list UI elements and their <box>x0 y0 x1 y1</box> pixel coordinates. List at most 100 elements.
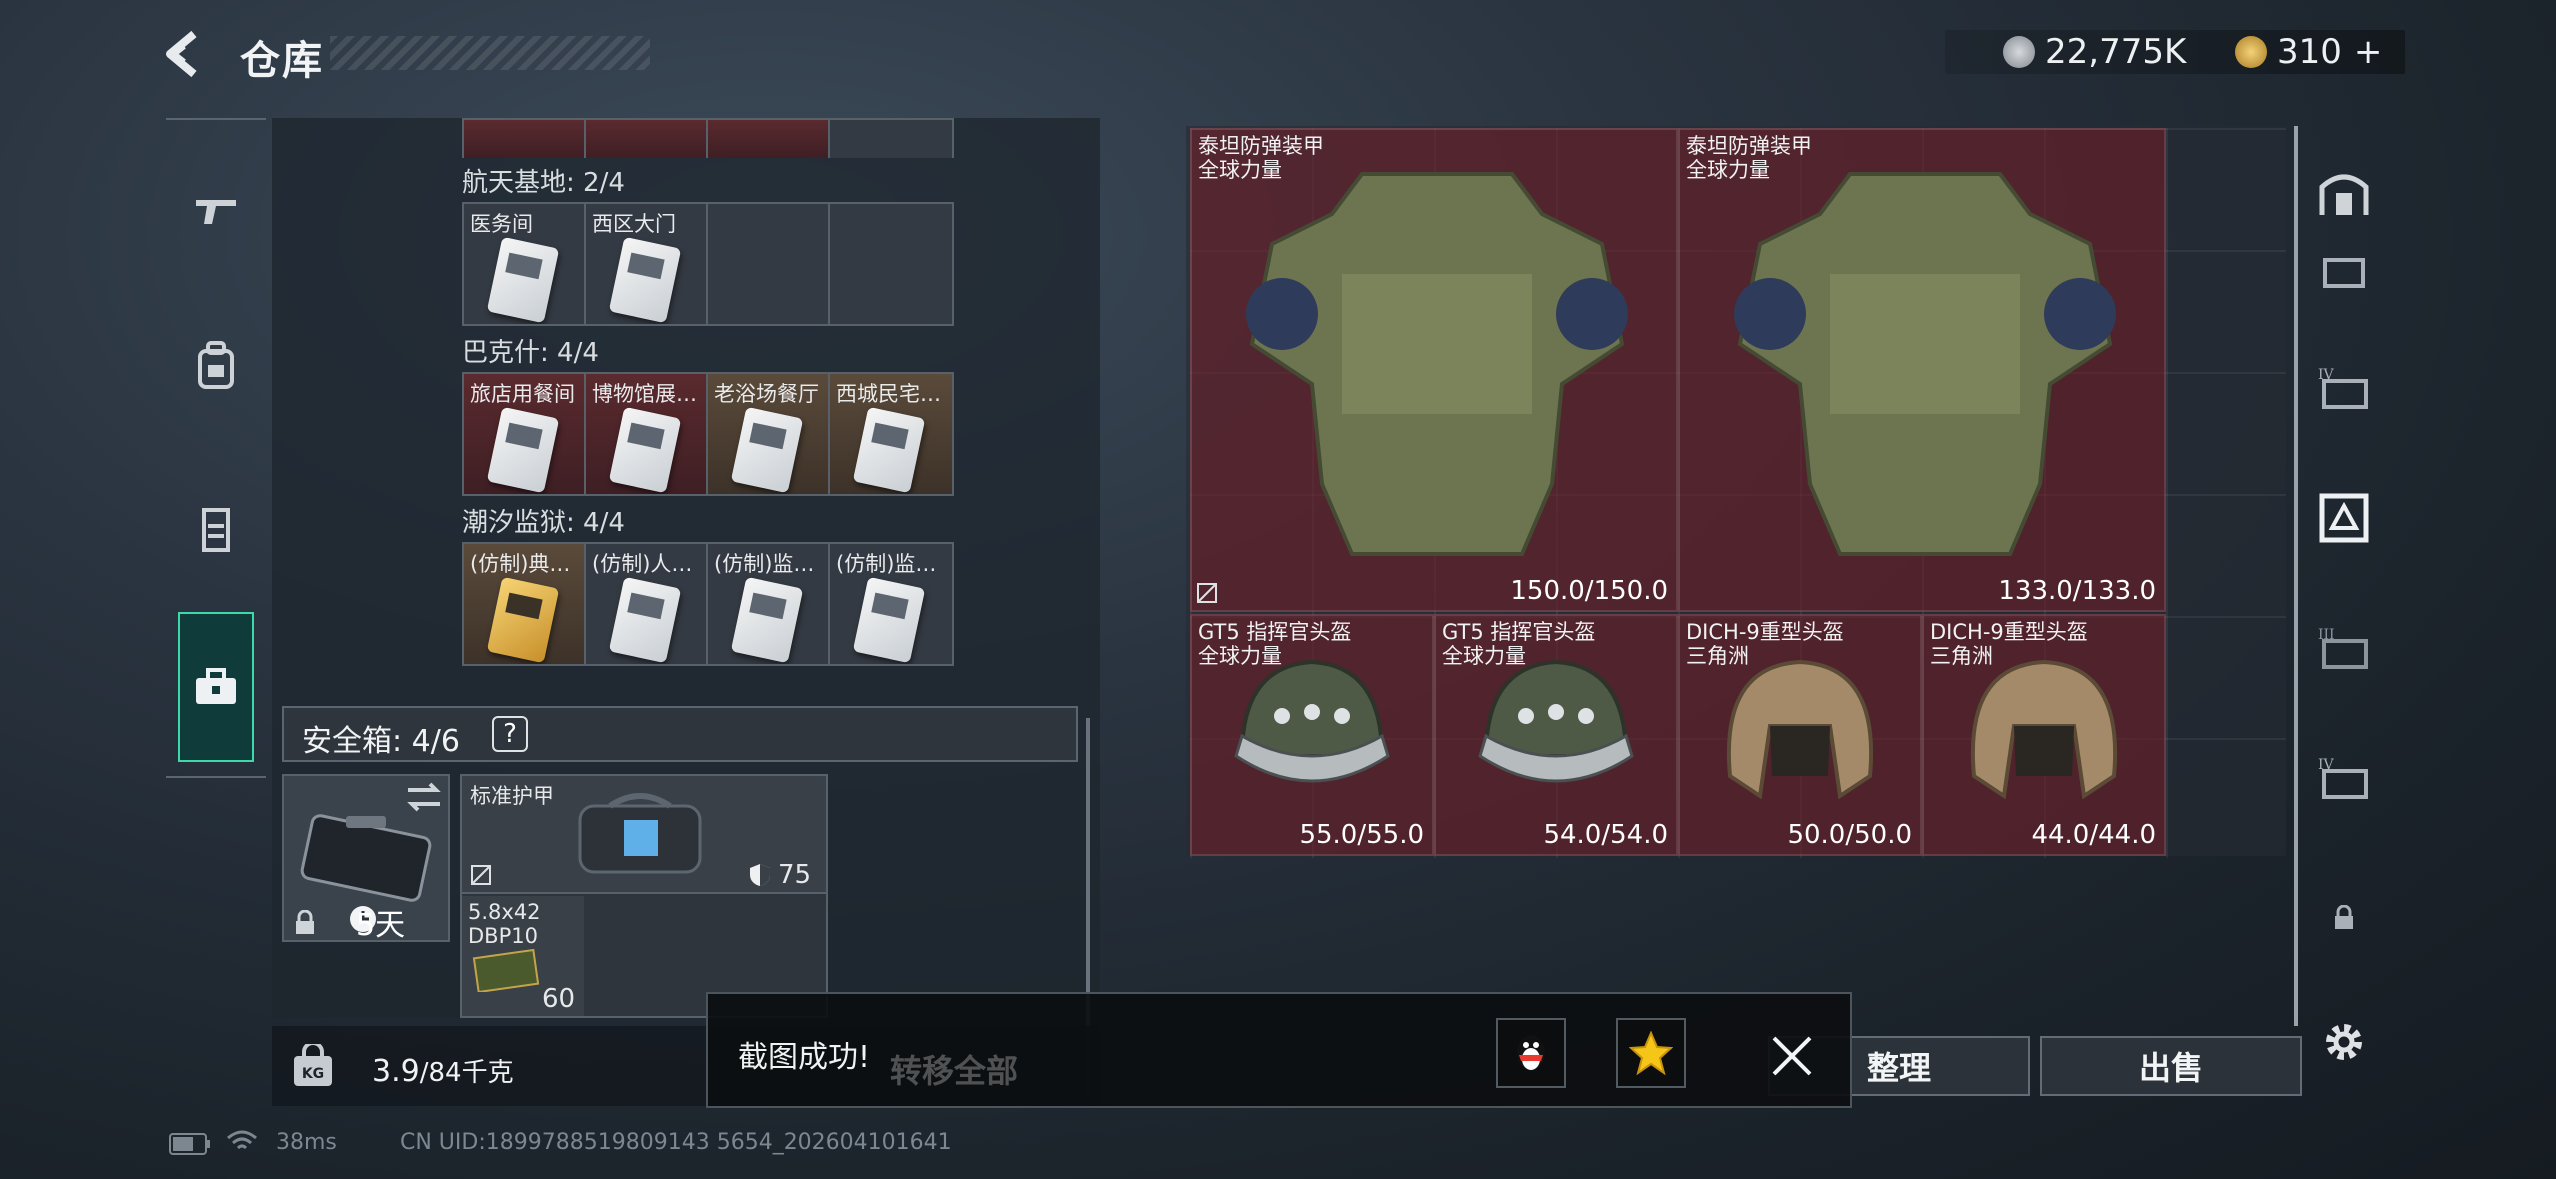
rail-home-container[interactable] <box>2308 156 2380 228</box>
helmet-icon <box>1726 659 1874 800</box>
helmet-item-dich9-1[interactable]: DICH-9重型头盔 三角洲 50.0/50.0 <box>1678 614 1922 856</box>
share-qzone-button[interactable] <box>1616 1018 1686 1088</box>
wifi-icon <box>227 1130 257 1150</box>
helmet-item-gt5-1[interactable]: GT5 指挥官头盔 全球力量 55.0/55.0 <box>1190 614 1434 856</box>
helmet-item-dich9-2[interactable]: DICH-9重型头盔 三角洲 44.0/44.0 <box>1922 614 2166 856</box>
keycard-slot[interactable] <box>464 120 586 158</box>
keycard-icon <box>486 406 560 494</box>
armor-item[interactable]: 标准护甲 75 <box>462 776 826 894</box>
keycard-slot[interactable] <box>586 120 708 158</box>
ammo-name: 5.8x42 DBP10 <box>468 900 541 948</box>
settings-button[interactable] <box>2308 1006 2380 1078</box>
rail-tier-container[interactable] <box>2308 234 2380 306</box>
crate-warning-icon <box>2319 493 2369 543</box>
durability: 44.0/44.0 <box>2031 820 2156 850</box>
durability: 150.0/150.0 <box>1510 576 1668 606</box>
currency-coins[interactable]: 22,775K <box>2003 32 2186 72</box>
section-label: 航天基地: 2/4 <box>462 168 625 198</box>
rail-backpack[interactable] <box>178 296 254 436</box>
weight-readout: 3.9/84千克 <box>372 1052 514 1089</box>
lock-icon <box>2335 905 2353 929</box>
keycard-slot[interactable]: (仿制)监… <box>830 544 952 664</box>
keycard-slot-empty[interactable] <box>830 204 952 324</box>
no-repair-icon <box>1197 583 1217 603</box>
keycard-name: 旅店用餐间 <box>470 382 575 406</box>
rail-active-container[interactable] <box>2308 482 2380 554</box>
helmet-icon <box>1970 659 2118 800</box>
star-icon <box>1629 1031 1673 1075</box>
currency-bar: 22,775K 310 + <box>1945 30 2405 74</box>
card-row: 旅店用餐间 博物馆展… 老浴场餐厅 西城民宅… <box>462 372 954 496</box>
rail-tier-iv-container[interactable]: IV <box>2308 352 2380 424</box>
keycard-slot[interactable]: (仿制)监… <box>708 544 830 664</box>
container-rail: IV III IV <box>2290 126 2400 1060</box>
penguin-icon <box>1517 1035 1545 1071</box>
keycard-name: 西城民宅… <box>836 382 941 406</box>
keycard-icon <box>608 576 682 664</box>
armor-item-titan-2[interactable]: 泰坦防弹装甲 全球力量 133.0/133.0 <box>1678 128 2166 612</box>
sell-button[interactable]: 出售 <box>2040 1036 2302 1096</box>
rifle-icon <box>196 200 236 224</box>
toast-message: 截图成功! <box>738 1040 871 1075</box>
backpack-icon <box>198 341 234 389</box>
close-icon[interactable] <box>1770 1034 1814 1078</box>
section-label: 巴克什: 4/4 <box>462 338 599 368</box>
keycard-slot[interactable]: 医务间 <box>464 204 586 324</box>
keycard-name: 西区大门 <box>592 212 676 236</box>
house-icon <box>2319 174 2369 215</box>
keycard-slot[interactable]: (仿制)人… <box>586 544 708 664</box>
share-qq-button[interactable] <box>1496 1018 1566 1088</box>
keycard-slot[interactable] <box>830 120 952 158</box>
keycard-name: (仿制)人… <box>592 552 693 576</box>
weight-max: /84千克 <box>419 1058 514 1088</box>
body-armor-icon <box>1734 172 2116 556</box>
ammo-item[interactable]: 5.8x42 DBP10 60 <box>462 896 584 1016</box>
keycard-icon <box>608 236 682 324</box>
keycard-slot[interactable]: 旅店用餐间 <box>464 374 586 494</box>
svg-text:KG: KG <box>302 1066 324 1082</box>
transfer-all-button[interactable]: 转移全部 <box>890 1046 1018 1092</box>
keycard-slot[interactable]: 西区大门 <box>586 204 708 324</box>
rail-vest[interactable] <box>178 460 254 600</box>
keycard-slot[interactable]: (仿制)典… <box>464 544 586 664</box>
case-icon <box>300 814 432 902</box>
keycard-icon <box>486 236 560 324</box>
helmet-icon <box>1478 659 1634 783</box>
ammo-count: 60 <box>542 984 576 1014</box>
helmet-item-gt5-2[interactable]: GT5 指挥官头盔 全球力量 54.0/54.0 <box>1434 614 1678 856</box>
card-row: 医务间 西区大门 <box>462 202 954 326</box>
keycard-icon <box>852 576 926 664</box>
keycard-slot[interactable]: 西城民宅… <box>830 374 952 494</box>
card-row: (仿制)典… (仿制)人… (仿制)监… (仿制)监… <box>462 542 954 666</box>
keycard-slot[interactable]: 老浴场餐厅 <box>708 374 830 494</box>
keycard-name: (仿制)监… <box>714 552 815 576</box>
rail-weapons[interactable] <box>178 140 254 280</box>
help-icon[interactable]: ? <box>492 716 528 752</box>
keycard-slot[interactable]: 博物馆展… <box>586 374 708 494</box>
armor-value: 75 <box>778 860 812 890</box>
keycard-name: 博物馆展… <box>592 382 697 406</box>
uid-readout: CN UID:1899788519809143 5654_20260410164… <box>400 1130 952 1155</box>
battery-icon <box>169 1133 210 1155</box>
keycard-slot[interactable] <box>708 120 830 158</box>
body-armor-icon <box>1246 172 1628 556</box>
currency-2-value: 310 <box>2277 32 2342 72</box>
back-arrow-icon[interactable] <box>160 28 208 80</box>
swap-icon[interactable] <box>404 780 444 814</box>
currency-premium[interactable]: 310 + <box>2235 32 2382 72</box>
durability: 55.0/55.0 <box>1299 820 1424 850</box>
triangle-coin-icon <box>2235 36 2267 68</box>
add-currency-button[interactable]: + <box>2354 32 2383 72</box>
rail-storage[interactable] <box>178 612 254 762</box>
rail-tier-iv-container-2[interactable]: IV <box>2308 742 2380 814</box>
currency-1-value: 22,775K <box>2045 32 2187 72</box>
lock-icon <box>296 910 314 934</box>
rail-tier-iii-container[interactable]: III <box>2308 612 2380 684</box>
keycard-name: (仿制)监… <box>836 552 937 576</box>
keycard-slot-empty[interactable] <box>708 204 830 324</box>
vest-icon <box>202 508 230 552</box>
safe-box-label: 安全箱: 4/6 <box>302 724 460 759</box>
armor-item-titan-1[interactable]: 泰坦防弹装甲 全球力量 150.0/150.0 <box>1190 128 1678 612</box>
helmet-icon <box>1234 659 1390 783</box>
keycard-name: (仿制)典… <box>470 552 571 576</box>
